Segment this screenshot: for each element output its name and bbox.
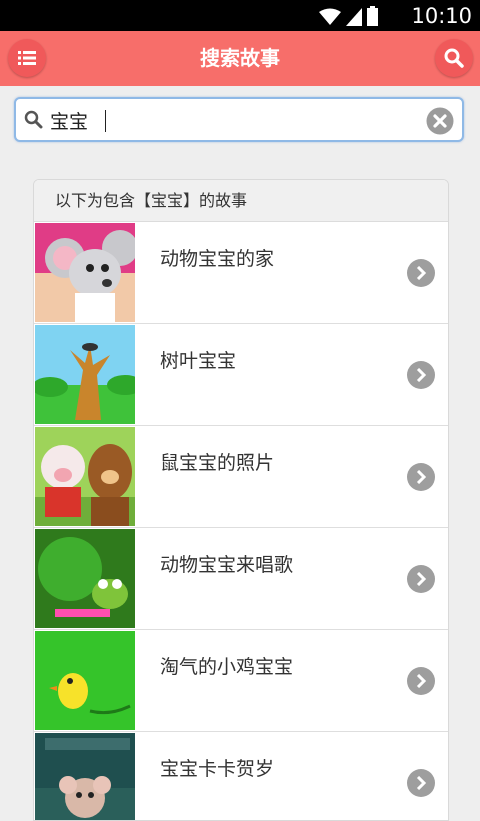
story-title: 动物宝宝的家 xyxy=(160,248,275,270)
story-title: 鼠宝宝的照片 xyxy=(160,452,275,474)
story-thumbnail xyxy=(35,325,135,424)
chevron-right-icon[interactable] xyxy=(407,361,435,389)
story-thumbnail xyxy=(35,631,135,730)
results-list: 以下为包含【宝宝】的故事 动物宝宝的家 树叶宝宝 鼠宝宝的照片 动物宝宝来唱歌 … xyxy=(33,179,449,821)
page-title: 搜索故事 xyxy=(200,46,280,70)
list-item[interactable]: 淘气的小鸡宝宝 xyxy=(34,630,448,732)
chevron-right-icon[interactable] xyxy=(407,565,435,593)
list-item[interactable]: 树叶宝宝 xyxy=(34,324,448,426)
chevron-right-icon[interactable] xyxy=(407,463,435,491)
list-item[interactable]: 动物宝宝的家 xyxy=(34,222,448,324)
chevron-right-icon[interactable] xyxy=(407,769,435,797)
results-header: 以下为包含【宝宝】的故事 xyxy=(34,180,448,222)
story-title: 树叶宝宝 xyxy=(160,350,237,372)
battery-icon xyxy=(367,6,378,26)
status-icons xyxy=(319,5,378,26)
app-bar: 搜索故事 xyxy=(0,31,480,86)
wifi-icon xyxy=(319,8,341,25)
status-bar: 10:10 xyxy=(0,0,480,31)
search-icon xyxy=(444,48,464,68)
story-thumbnail xyxy=(35,529,135,628)
story-title: 宝宝卡卡贺岁 xyxy=(160,758,275,780)
list-item[interactable]: 鼠宝宝的照片 xyxy=(34,426,448,528)
search-box xyxy=(14,97,464,142)
search-input[interactable] xyxy=(50,104,410,136)
status-time: 10:10 xyxy=(411,4,472,28)
chevron-right-icon[interactable] xyxy=(407,667,435,695)
story-thumbnail xyxy=(35,223,135,322)
story-thumbnail xyxy=(35,427,135,526)
story-title: 动物宝宝来唱歌 xyxy=(160,554,294,576)
chevron-right-icon[interactable] xyxy=(407,259,435,287)
story-thumbnail xyxy=(35,733,135,820)
list-item[interactable]: 宝宝卡卡贺岁 xyxy=(34,732,448,820)
clear-icon[interactable] xyxy=(426,107,454,135)
list-item[interactable]: 动物宝宝来唱歌 xyxy=(34,528,448,630)
search-button[interactable] xyxy=(435,39,473,77)
text-caret xyxy=(105,110,106,132)
story-title: 淘气的小鸡宝宝 xyxy=(160,656,294,678)
search-icon xyxy=(24,110,43,129)
signal-icon xyxy=(346,8,362,26)
